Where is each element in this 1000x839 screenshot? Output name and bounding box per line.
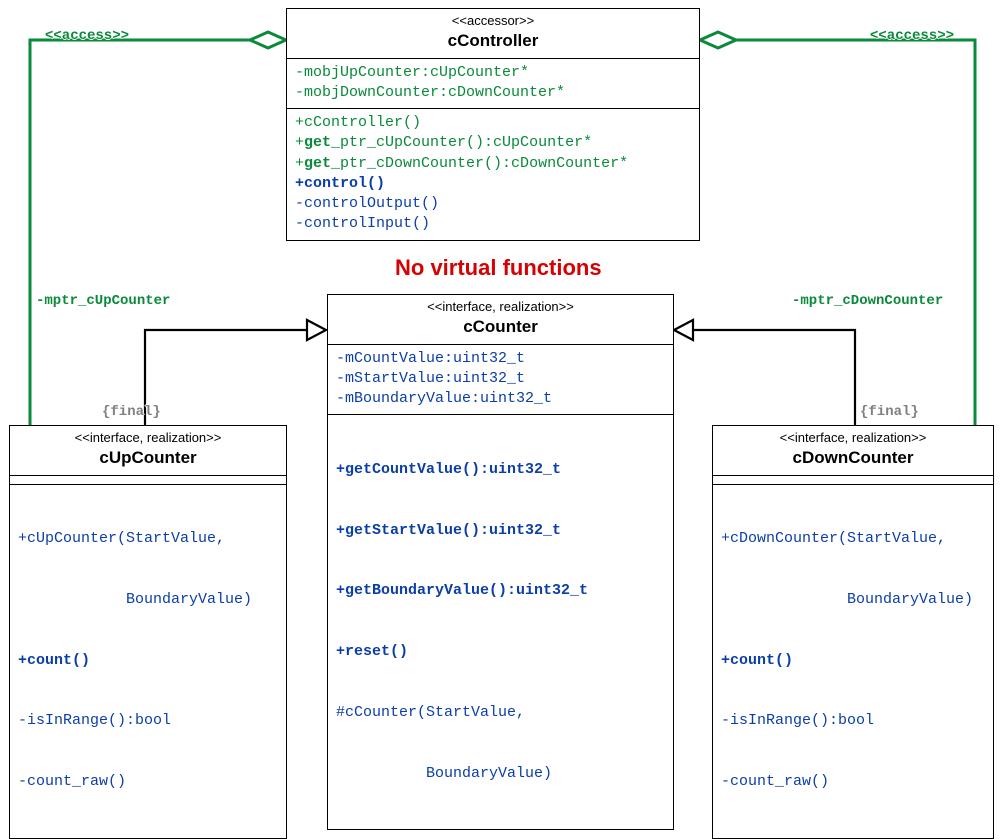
operation: +get_ptr_cDownCounter():cDownCounter* [295,154,691,174]
empty-attributes-section [713,476,993,484]
operation: +control() [295,174,691,194]
class-header: <<interface, realization>> cDownCounter [713,426,993,476]
stereotype: <<interface, realization>> [16,430,280,446]
label-final-right: {final} [860,404,919,420]
attributes-section: -mobjUpCounter:cUpCounter* -mobjDownCoun… [287,59,699,109]
class-cdowncounter: <<interface, realization>> cDownCounter … [712,425,994,839]
class-name: cController [293,30,693,51]
operation: +cController() [295,113,691,133]
operation: -controlOutput() [295,194,691,214]
operation: BoundaryValue) [18,590,278,610]
class-ccontroller: <<accessor>> cController -mobjUpCounter:… [286,8,700,241]
operation: BoundaryValue) [721,590,985,610]
class-name: cUpCounter [16,447,280,468]
attribute: -mCountValue:uint32_t [336,349,665,369]
operation: +cDownCounter(StartValue, [721,529,985,549]
label-access-right: <<access>> [870,28,954,44]
class-cupcounter: <<interface, realization>> cUpCounter +c… [9,425,287,839]
label-mptr-left: -mptr_cUpCounter [36,293,170,309]
label-access-left: <<access>> [45,28,129,44]
diagram-note: No virtual functions [395,255,602,281]
operations-section: +cDownCounter(StartValue, BoundaryValue)… [713,484,993,838]
operation: -count_raw() [721,772,985,792]
label-final-left: {final} [102,404,161,420]
operation: +count() [721,651,985,671]
operation: #cCounter(StartValue, [336,703,665,723]
attribute: -mobjDownCounter:cDownCounter* [295,83,691,103]
operation: -controlInput() [295,214,691,234]
operation: -count_raw() [18,772,278,792]
class-name: cDownCounter [719,447,987,468]
operation: +get_ptr_cUpCounter():cUpCounter* [295,133,691,153]
label-mptr-right: -mptr_cDownCounter [792,293,943,309]
stereotype: <<interface, realization>> [719,430,987,446]
class-name: cCounter [334,316,667,337]
attribute: -mStartValue:uint32_t [336,369,665,389]
operations-section: +cController() +get_ptr_cUpCounter():cUp… [287,108,699,240]
operation: +getCountValue():uint32_t [336,460,665,480]
operation: -isInRange():bool [18,711,278,731]
empty-attributes-section [10,476,286,484]
operation: +getStartValue():uint32_t [336,521,665,541]
stereotype: <<accessor>> [293,13,693,29]
operation: +reset() [336,642,665,662]
class-header: <<interface, realization>> cCounter [328,295,673,345]
stereotype: <<interface, realization>> [334,299,667,315]
class-header: <<accessor>> cController [287,9,699,59]
operation: -isInRange():bool [721,711,985,731]
operations-section: +getCountValue():uint32_t +getStartValue… [328,414,673,829]
operations-section: +cUpCounter(StartValue, BoundaryValue) +… [10,484,286,838]
operation: +getBoundaryValue():uint32_t [336,581,665,601]
operation: BoundaryValue) [336,764,665,784]
operation: +cUpCounter(StartValue, [18,529,278,549]
operation: +count() [18,651,278,671]
attribute: -mBoundaryValue:uint32_t [336,389,665,409]
class-header: <<interface, realization>> cUpCounter [10,426,286,476]
class-ccounter: <<interface, realization>> cCounter -mCo… [327,294,674,830]
attributes-section: -mCountValue:uint32_t -mStartValue:uint3… [328,345,673,415]
attribute: -mobjUpCounter:cUpCounter* [295,63,691,83]
